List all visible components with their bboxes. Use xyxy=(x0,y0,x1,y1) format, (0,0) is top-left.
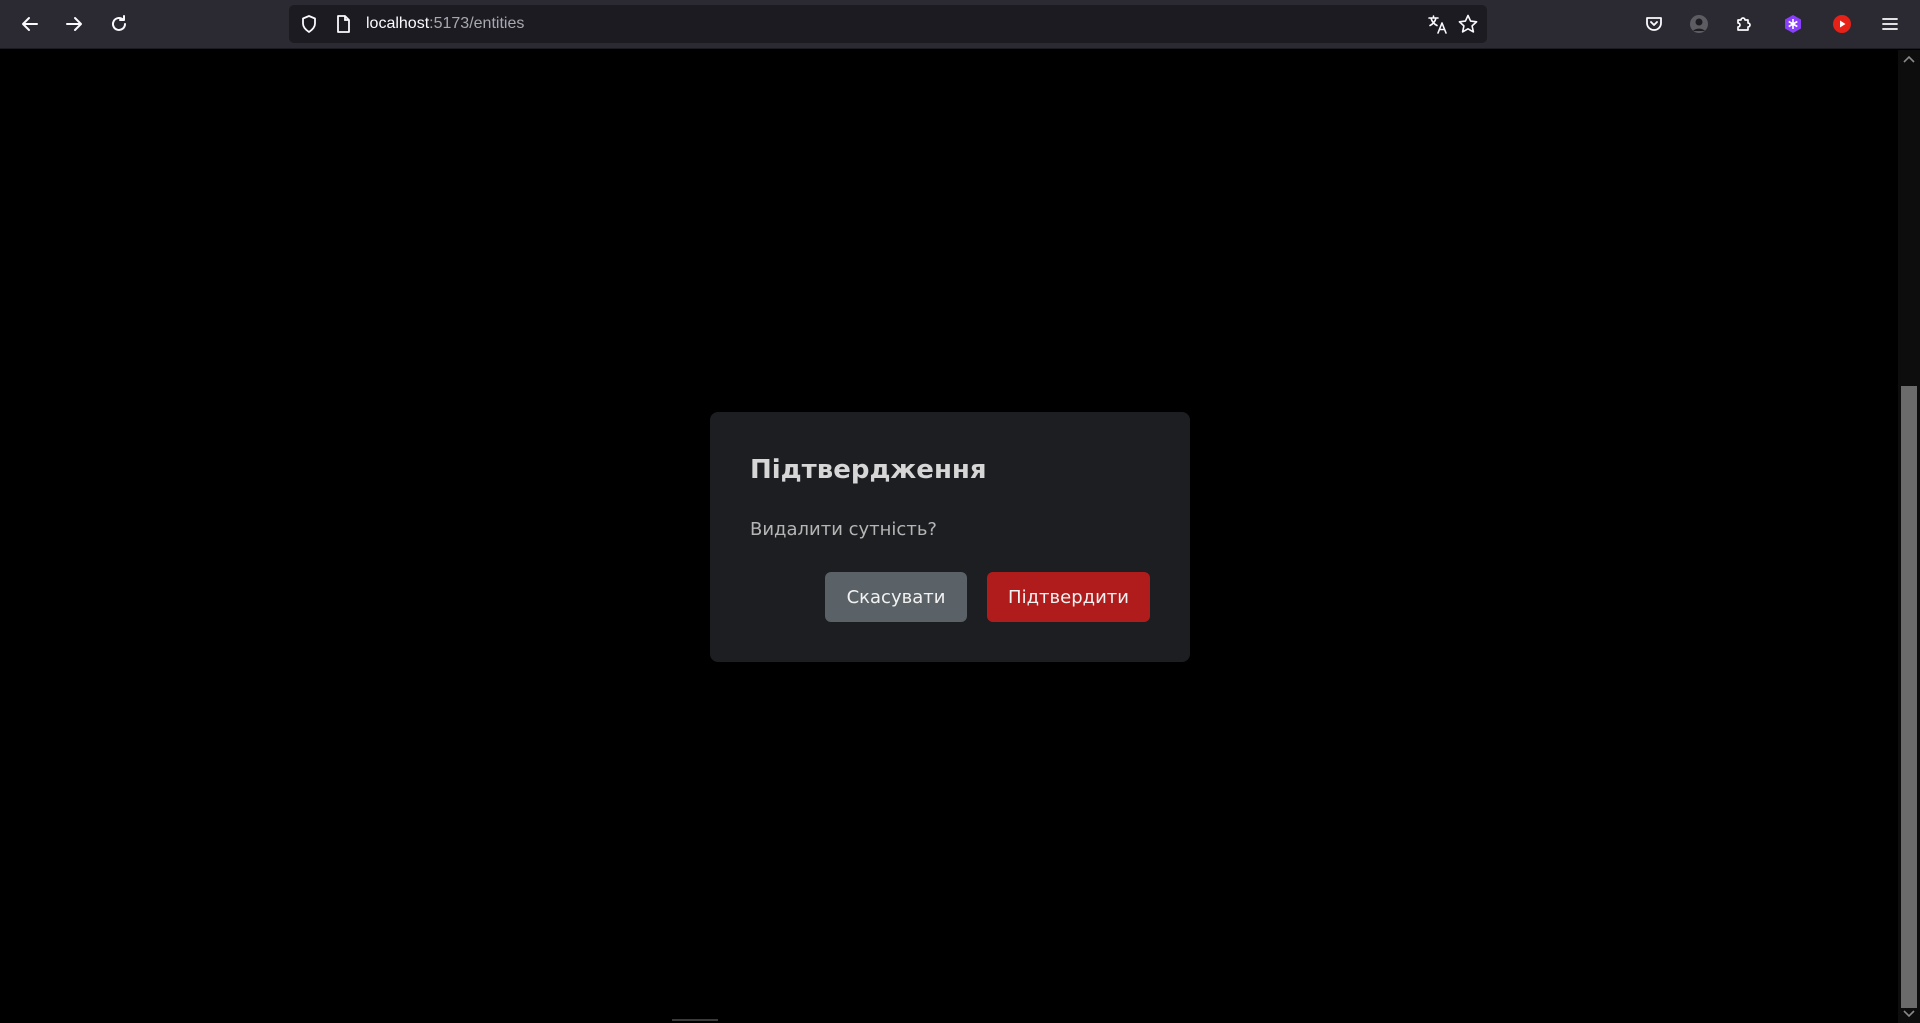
dialog-message: Видалити сутність? xyxy=(750,519,937,540)
vertical-scrollbar[interactable] xyxy=(1898,50,1920,1023)
avatar-icon xyxy=(1690,15,1708,33)
pocket-button[interactable] xyxy=(1637,8,1671,40)
dialog-title: Підтвердження xyxy=(750,455,987,485)
hamburger-menu-icon xyxy=(1882,18,1898,30)
menu-button[interactable] xyxy=(1873,8,1907,40)
browser-toolbar: localhost:5173/entities xyxy=(0,0,1920,49)
back-button[interactable] xyxy=(13,8,47,40)
bookmark-star-icon[interactable] xyxy=(1457,13,1479,35)
confirmation-dialog: Підтвердження Видалити сутність? Скасува… xyxy=(710,412,1190,662)
extension-purple-button[interactable] xyxy=(1776,8,1810,40)
scroll-down-arrow-icon[interactable] xyxy=(1903,1009,1915,1019)
scrollbar-thumb[interactable] xyxy=(1901,386,1917,1008)
cancel-button[interactable]: Скасувати xyxy=(825,572,967,622)
arrow-left-icon xyxy=(22,17,38,31)
puzzle-icon xyxy=(1737,17,1751,31)
bottom-divider xyxy=(672,1019,718,1021)
arrow-right-icon xyxy=(66,17,82,31)
reload-button[interactable] xyxy=(102,8,136,40)
account-button[interactable] xyxy=(1682,8,1716,40)
scroll-up-arrow-icon[interactable] xyxy=(1903,54,1915,64)
forward-button[interactable] xyxy=(57,8,91,40)
address-bar[interactable]: localhost:5173/entities xyxy=(289,5,1487,43)
translate-icon[interactable] xyxy=(1427,13,1449,35)
confirm-button[interactable]: Підтвердити xyxy=(987,572,1150,622)
shield-icon[interactable] xyxy=(299,14,319,34)
youtube-icon xyxy=(1833,15,1851,33)
url-path: :5173/entities xyxy=(429,15,525,32)
url-host: localhost xyxy=(366,15,430,32)
page-info-icon[interactable] xyxy=(333,14,353,34)
extension-hexagon-icon xyxy=(1785,15,1801,33)
reload-icon xyxy=(112,15,126,31)
youtube-extension-button[interactable] xyxy=(1825,8,1859,40)
pocket-icon xyxy=(1646,17,1662,31)
url-text[interactable]: localhost:5173/entities xyxy=(366,15,524,33)
extensions-button[interactable] xyxy=(1727,8,1761,40)
